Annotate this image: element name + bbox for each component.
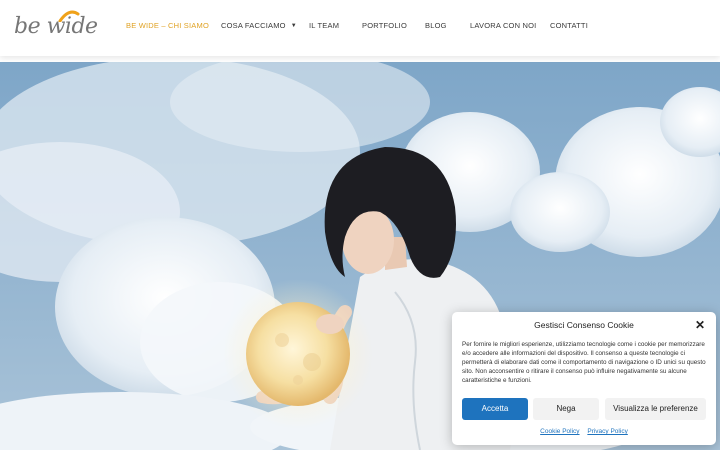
accept-button[interactable]: Accetta xyxy=(462,398,528,420)
cookie-dialog-text: Per fornire le migliori esperienze, util… xyxy=(462,341,706,384)
privacy-policy-link[interactable]: Privacy Policy xyxy=(587,428,627,435)
cookie-dialog-title: Gestisci Consenso Cookie xyxy=(534,320,634,330)
nav-item-il-team[interactable]: IL TEAM xyxy=(309,21,339,30)
cookie-consent-dialog: Gestisci Consenso Cookie ✕ Per fornire l… xyxy=(452,312,716,445)
nav-item-blog[interactable]: BLOG xyxy=(425,21,447,30)
policy-links: Cookie Policy Privacy Policy xyxy=(452,428,716,435)
nav-item-portfolio[interactable]: PORTFOLIO xyxy=(362,21,407,30)
nav-item-cosa-facciamo[interactable]: COSA FACCIAMO ▼ xyxy=(221,21,297,30)
nav-item-lavora-con-noi[interactable]: LAVORA CON NOI xyxy=(470,21,536,30)
nav-item-contatti[interactable]: CONTATTI xyxy=(550,21,588,30)
site-header: be wide BE WIDE – CHI SIAMO COSA FACCIAM… xyxy=(0,0,720,56)
main-navigation: BE WIDE – CHI SIAMO COSA FACCIAMO ▼ IL TE… xyxy=(0,0,720,56)
nav-item-label: COSA FACCIAMO xyxy=(221,21,286,30)
view-preferences-button[interactable]: Visualizza le preferenze xyxy=(605,398,706,420)
cookie-policy-link[interactable]: Cookie Policy xyxy=(540,428,579,435)
nav-item-chi-siamo[interactable]: BE WIDE – CHI SIAMO xyxy=(126,21,209,30)
close-icon[interactable]: ✕ xyxy=(692,317,708,333)
caret-down-icon: ▼ xyxy=(290,23,297,29)
deny-button[interactable]: Nega xyxy=(533,398,599,420)
